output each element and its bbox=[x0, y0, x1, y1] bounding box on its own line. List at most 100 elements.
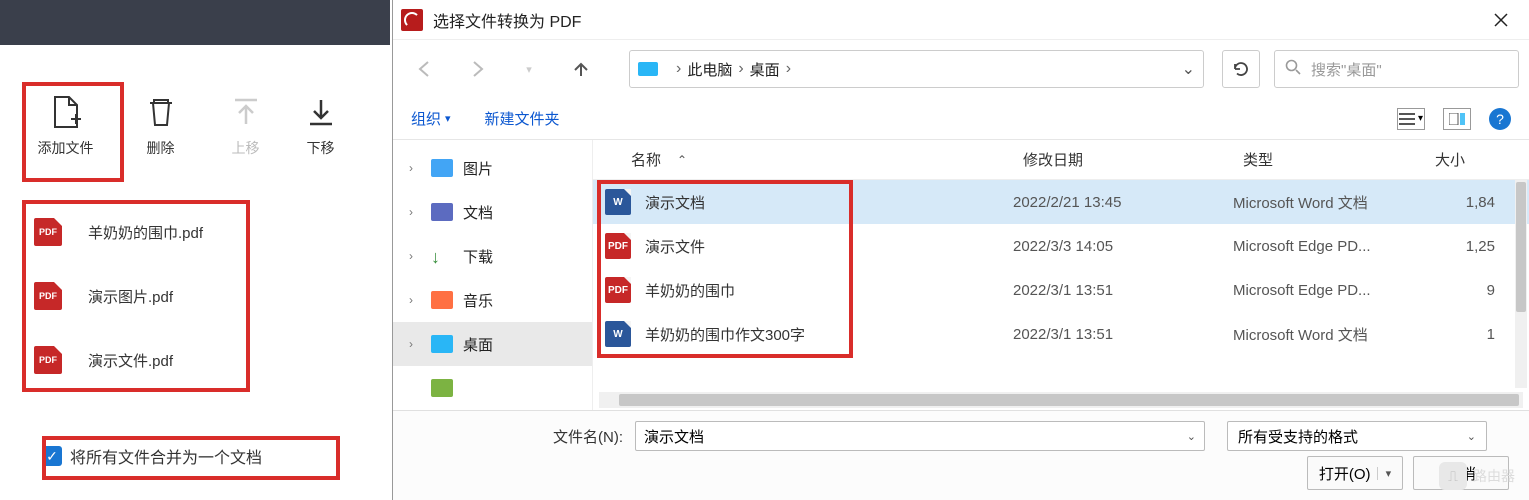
file-size: 9 bbox=[1425, 282, 1495, 299]
navigation-bar: ▾ › 此电脑 › 桌面 › ⌄ 搜索"桌面" bbox=[393, 40, 1529, 98]
chevron-right-icon: › bbox=[676, 60, 681, 78]
file-type: Microsoft Edge PD... bbox=[1233, 282, 1425, 299]
sidebar-item-documents[interactable]: ›文档 bbox=[393, 190, 592, 234]
up-button[interactable] bbox=[559, 47, 603, 91]
arrow-up-icon bbox=[572, 60, 590, 78]
search-icon bbox=[1285, 59, 1301, 79]
chevron-right-icon: › bbox=[409, 293, 423, 307]
annotation-box bbox=[22, 82, 124, 182]
move-up-label: 上移 bbox=[232, 138, 260, 158]
refresh-button[interactable] bbox=[1222, 50, 1260, 88]
chevron-right-icon: › bbox=[786, 60, 791, 78]
back-button[interactable] bbox=[403, 47, 447, 91]
sidebar-item-pictures[interactable]: ›图片 bbox=[393, 146, 592, 190]
app-icon bbox=[401, 9, 423, 31]
chevron-down-icon[interactable]: ⌄ bbox=[1182, 59, 1195, 79]
file-type: Microsoft Word 文档 bbox=[1233, 192, 1425, 213]
file-browser: 名称⌃ 修改日期 类型 大小 W 演示文档 2022/2/21 13:45 Mi… bbox=[593, 140, 1529, 410]
search-placeholder: 搜索"桌面" bbox=[1311, 59, 1382, 80]
vertical-scrollbar[interactable] bbox=[1515, 180, 1527, 388]
dialog-footer: 文件名(N): 演示文档 ⌄ 所有受支持的格式 ⌄ 打开(O) ▾ 取消 bbox=[393, 410, 1529, 500]
sort-asc-icon: ⌃ bbox=[677, 153, 687, 167]
table-row[interactable]: PDF 羊奶奶的围巾 2022/3/1 13:51 Microsoft Edge… bbox=[593, 268, 1529, 312]
move-down-button[interactable]: 下移 bbox=[283, 82, 358, 172]
arrow-right-icon bbox=[468, 60, 486, 78]
column-size[interactable]: 大小 bbox=[1435, 149, 1505, 170]
annotation-box bbox=[42, 436, 340, 480]
delete-button[interactable]: 删除 bbox=[123, 82, 198, 172]
preview-icon bbox=[1449, 113, 1465, 125]
cancel-button[interactable]: 取消 bbox=[1413, 456, 1509, 490]
scrollbar-thumb[interactable] bbox=[1516, 182, 1526, 312]
horizontal-scrollbar[interactable] bbox=[599, 392, 1523, 408]
column-name[interactable]: 名称⌃ bbox=[631, 149, 1023, 170]
close-icon bbox=[1494, 13, 1508, 27]
filename-label: 文件名(N): bbox=[553, 426, 623, 447]
dialog-buttons: 打开(O) ▾ 取消 bbox=[1307, 456, 1509, 490]
file-name: 羊奶奶的围巾作文300字 bbox=[645, 324, 1013, 345]
sidebar-item-desktop[interactable]: ›桌面 bbox=[393, 322, 592, 366]
file-name: 演示文档 bbox=[645, 192, 1013, 213]
new-folder-button[interactable]: 新建文件夹 bbox=[485, 108, 560, 129]
move-up-icon bbox=[230, 96, 262, 128]
document-icon bbox=[431, 203, 453, 221]
word-icon: W bbox=[605, 189, 631, 215]
word-icon: W bbox=[605, 321, 631, 347]
dialog-titlebar: 选择文件转换为 PDF bbox=[393, 0, 1529, 40]
file-date: 2022/3/1 13:51 bbox=[1013, 326, 1233, 343]
places-sidebar: ›图片 ›文档 ›下载 ›音乐 ›桌面 bbox=[393, 140, 593, 410]
sidebar-item[interactable] bbox=[393, 366, 592, 410]
column-date[interactable]: 修改日期 bbox=[1023, 149, 1243, 170]
sidebar-item-music[interactable]: ›音乐 bbox=[393, 278, 592, 322]
move-down-icon bbox=[305, 96, 337, 128]
close-button[interactable] bbox=[1481, 0, 1521, 40]
chevron-right-icon: › bbox=[738, 60, 743, 78]
dialog-body: ›图片 ›文档 ›下载 ›音乐 ›桌面 名称⌃ 修改日期 类型 大小 W 演示文… bbox=[393, 140, 1529, 410]
refresh-icon bbox=[1232, 60, 1250, 78]
file-filter-select[interactable]: 所有受支持的格式 ⌄ bbox=[1227, 421, 1487, 451]
desktop-icon bbox=[431, 335, 453, 353]
column-type[interactable]: 类型 bbox=[1243, 149, 1435, 170]
chevron-down-icon: ▾ bbox=[445, 112, 451, 125]
monitor-icon bbox=[638, 62, 658, 76]
crumb-folder[interactable]: 桌面 bbox=[750, 59, 780, 80]
chevron-down-icon[interactable]: ⌄ bbox=[1187, 430, 1196, 443]
organize-menu[interactable]: 组织▾ bbox=[411, 108, 451, 129]
annotation-box bbox=[22, 200, 250, 392]
crumb-root[interactable]: 此电脑 bbox=[687, 59, 732, 80]
search-input[interactable]: 搜索"桌面" bbox=[1274, 50, 1519, 88]
filename-row: 文件名(N): 演示文档 ⌄ 所有受支持的格式 ⌄ bbox=[553, 421, 1509, 451]
help-button[interactable]: ? bbox=[1489, 108, 1511, 130]
move-down-label: 下移 bbox=[307, 138, 335, 158]
breadcrumb[interactable]: › 此电脑 › 桌面 › ⌄ bbox=[629, 50, 1204, 88]
list-icon bbox=[1399, 113, 1415, 125]
file-name: 演示文件 bbox=[645, 236, 1013, 257]
table-row[interactable]: PDF 演示文件 2022/3/3 14:05 Microsoft Edge P… bbox=[593, 224, 1529, 268]
table-row[interactable]: W 羊奶奶的围巾作文300字 2022/3/1 13:51 Microsoft … bbox=[593, 312, 1529, 356]
chevron-right-icon: › bbox=[409, 205, 423, 219]
view-options: ▾ ? bbox=[1397, 108, 1511, 130]
view-list-button[interactable]: ▾ bbox=[1397, 108, 1425, 130]
app-panel: 添加文件 删除 上移 下移 PDF 羊奶奶的围巾.pdf PDF bbox=[0, 0, 390, 500]
app-titlebar bbox=[0, 0, 390, 45]
file-size: 1 bbox=[1425, 326, 1495, 343]
forward-button[interactable] bbox=[455, 47, 499, 91]
chevron-down-icon[interactable]: ▾ bbox=[1377, 467, 1392, 480]
dialog-title: 选择文件转换为 PDF bbox=[433, 8, 581, 32]
column-headers: 名称⌃ 修改日期 类型 大小 bbox=[593, 140, 1529, 180]
filename-input[interactable]: 演示文档 ⌄ bbox=[635, 421, 1205, 451]
recent-dropdown[interactable]: ▾ bbox=[507, 47, 551, 91]
chevron-down-icon: ⌄ bbox=[1467, 430, 1476, 443]
scrollbar-thumb[interactable] bbox=[619, 394, 1519, 406]
downloads-icon bbox=[431, 247, 453, 265]
preview-pane-button[interactable] bbox=[1443, 108, 1471, 130]
file-open-dialog: 选择文件转换为 PDF ▾ › 此电脑 › 桌面 › ⌄ bbox=[392, 0, 1529, 500]
file-size: 1,84 bbox=[1425, 194, 1495, 211]
open-button[interactable]: 打开(O) ▾ bbox=[1307, 456, 1403, 490]
table-row[interactable]: W 演示文档 2022/2/21 13:45 Microsoft Word 文档… bbox=[593, 180, 1529, 224]
move-up-button[interactable]: 上移 bbox=[208, 82, 283, 172]
sidebar-item-downloads[interactable]: ›下载 bbox=[393, 234, 592, 278]
chevron-right-icon: › bbox=[409, 249, 423, 263]
picture-icon bbox=[431, 159, 453, 177]
music-icon bbox=[431, 291, 453, 309]
